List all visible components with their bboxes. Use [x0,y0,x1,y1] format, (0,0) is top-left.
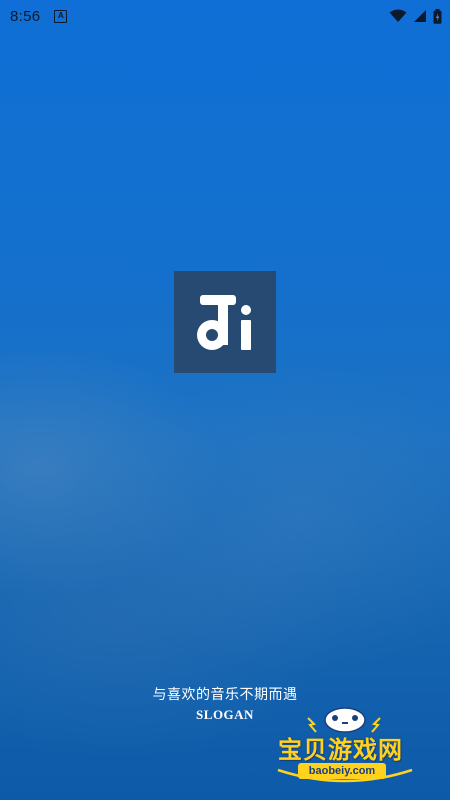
status-time: 8:56 [10,7,41,25]
a-letter-icon: A [54,9,68,23]
app-logo [174,271,276,373]
watermark: 宝贝游戏网 baobeiy.com [270,700,420,792]
watermark-url: baobeiy.com [298,763,386,779]
status-bar: 8:56 A [0,0,450,32]
battery-icon [433,8,442,24]
music-note-logo-icon [197,295,251,350]
watermark-brand: 宝贝游戏网 [278,737,403,764]
splash-background [0,0,450,800]
signal-icon [414,10,426,22]
wifi-icon [389,9,407,22]
